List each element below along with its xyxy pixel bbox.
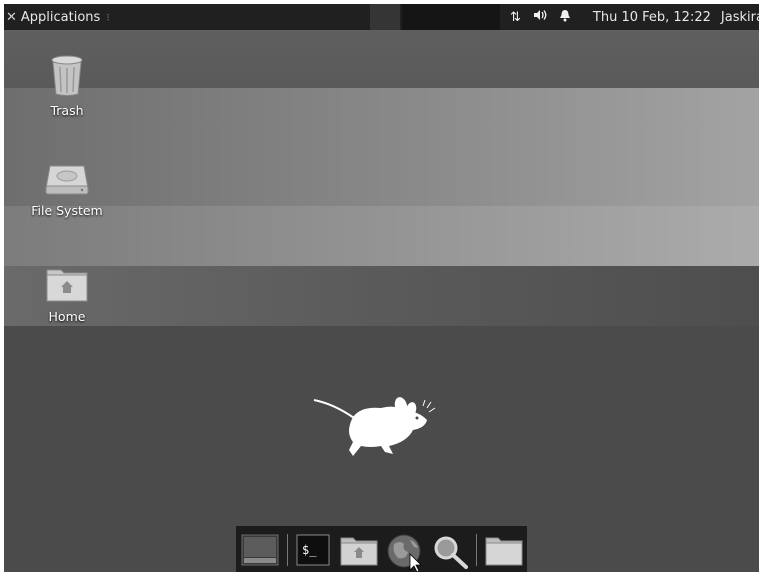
show-desktop-icon [241, 534, 279, 566]
svg-text:$_: $_ [302, 543, 317, 557]
xfce-mouse-logo [313, 397, 436, 456]
bell-icon[interactable] [559, 9, 571, 26]
xfce-mouse-icon: ✕ [6, 9, 17, 25]
dock-separator [476, 534, 477, 566]
desktop-icon-label: Trash [50, 103, 84, 118]
search-icon [434, 536, 468, 569]
terminal-icon: $_ [296, 534, 330, 566]
desktop-icon-file-system[interactable]: File System [14, 162, 120, 218]
wallpaper [4, 30, 759, 90]
applications-label: Applications [20, 9, 101, 25]
workspace-2[interactable] [402, 4, 500, 30]
applications-menu[interactable]: ✕ Applications ⁝ [6, 4, 110, 30]
top-panel: ✕ Applications ⁝ ⇅ Thu 10 Feb, 12:22 Jas… [4, 4, 759, 30]
web-browser-icon [387, 534, 422, 572]
desktop-icon-label: Home [48, 309, 86, 324]
volume-icon[interactable] [533, 9, 547, 25]
desktop: ✕ Applications ⁝ ⇅ Thu 10 Feb, 12:22 Jas… [4, 4, 759, 572]
network-arrows-icon[interactable]: ⇅ [510, 10, 521, 25]
clock[interactable]: Thu 10 Feb, 12:22 [593, 10, 711, 25]
terminal-button[interactable]: $_ [296, 534, 330, 570]
panel-handle-icon: ⁝ [106, 10, 110, 24]
desktop-icon-label: File System [31, 203, 103, 218]
wallpaper-band [4, 266, 759, 326]
trash-icon [51, 55, 83, 96]
system-tray: ⇅ Thu 10 Feb, 12:22 Jaskiran [510, 4, 759, 30]
user-menu[interactable]: Jaskiran [721, 10, 759, 25]
folder-icon [485, 537, 523, 566]
dock-separator [287, 534, 288, 566]
hard-drive-icon [45, 165, 89, 195]
file-manager-icon [340, 537, 378, 566]
home-folder-icon [46, 269, 88, 302]
dock: $_ [236, 526, 527, 572]
folder-button[interactable] [484, 534, 524, 570]
file-manager-button[interactable] [339, 534, 379, 570]
desktop-icon-home[interactable]: Home [34, 266, 100, 324]
search-button[interactable] [432, 534, 470, 572]
workspace-1[interactable] [370, 4, 400, 30]
desktop-icon-trash[interactable]: Trash [36, 54, 98, 118]
web-browser-button[interactable] [386, 534, 426, 572]
show-desktop-button[interactable] [241, 534, 279, 570]
